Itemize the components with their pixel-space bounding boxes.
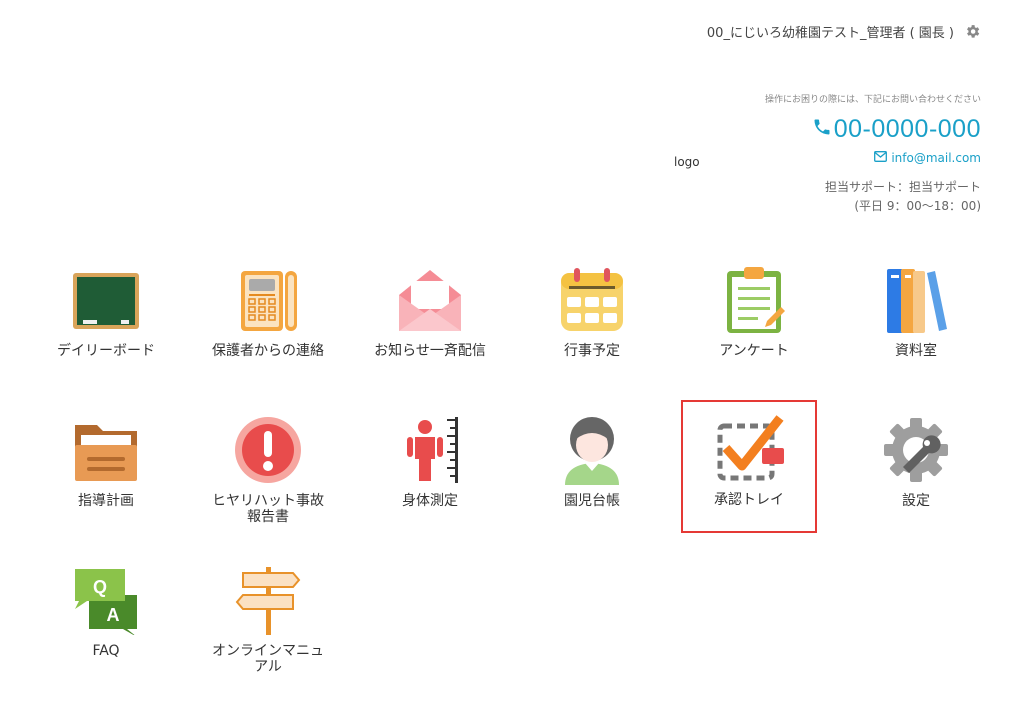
support-note: 操作にお困りの際には、下記にお問い合わせください <box>764 95 981 105</box>
height-measure-icon <box>395 415 465 485</box>
menu-label: オンラインマニュアル <box>212 643 324 675</box>
menu-label: 園児台帳 <box>564 493 620 509</box>
signpost-icon <box>233 565 303 635</box>
menu-events[interactable]: 行事予定 <box>511 262 673 402</box>
menu-label: 保護者からの連絡 <box>212 343 324 359</box>
pending-badge: 未 <box>791 459 801 470</box>
menu-daily-board[interactable]: デイリーボード <box>25 262 187 402</box>
menu-parent-contact[interactable]: 保護者からの連絡 <box>187 262 349 402</box>
menu-label: デイリーボード <box>57 343 155 359</box>
calendar-icon <box>557 265 627 335</box>
support-email[interactable]: info@mail.com <box>874 151 981 165</box>
menu-label: 資料室 <box>895 343 937 359</box>
clipboard-icon <box>719 265 789 335</box>
envelope-icon <box>395 265 465 335</box>
folder-icon <box>71 415 141 485</box>
checkbox-icon <box>714 414 784 484</box>
menu-grid: デイリーボード 保護者からの連絡 お知らせ一斉配信 行事予定 アンケート 資料室… <box>25 262 997 692</box>
user-label: 00_にじいろ幼稚園テスト_管理者 ( 園長 ) <box>706 26 954 41</box>
menu-label: FAQ <box>92 643 120 659</box>
gear-wrench-icon <box>881 415 951 485</box>
menu-label: お知らせ一斉配信 <box>374 343 486 359</box>
phone-icon <box>812 115 832 144</box>
menu-faq[interactable]: A Q FAQ <box>25 562 187 702</box>
chalkboard-icon <box>71 265 141 335</box>
support-person: 担当サポート：担当サポート <box>824 180 981 194</box>
email-address: info@mail.com <box>891 151 981 165</box>
svg-text:A: A <box>107 605 120 625</box>
menu-label: アンケート <box>719 343 789 359</box>
user-info: 00_にじいろ幼稚園テスト_管理者 ( 園長 ) <box>707 22 981 41</box>
menu-body-measurement[interactable]: 身体測定 <box>349 412 511 552</box>
menu-label: 行事予定 <box>564 343 620 359</box>
menu-label: 承認トレイ <box>714 492 784 508</box>
menu-online-manual[interactable]: オンラインマニュアル <box>187 562 349 702</box>
menu-child-register[interactable]: 園児台帳 <box>511 412 673 552</box>
faq-icon: A Q <box>71 565 141 635</box>
menu-broadcast[interactable]: お知らせ一斉配信 <box>349 262 511 402</box>
menu-label: ヒヤリハット事故報告書 <box>212 493 324 525</box>
menu-label: 設定 <box>902 493 930 509</box>
support-phone[interactable]: 00-0000-000 <box>812 115 981 144</box>
support-hours: 担当サポート：担当サポート (平日 9：00〜18：00) <box>825 178 981 216</box>
alert-icon <box>233 415 303 485</box>
menu-label: 身体測定 <box>402 493 458 509</box>
menu-incident-report[interactable]: ヒヤリハット事故報告書 <box>187 412 349 552</box>
menu-approval-tray[interactable]: 未 承認トレイ <box>681 400 817 533</box>
menu-survey[interactable]: アンケート <box>673 262 835 402</box>
child-icon <box>557 415 627 485</box>
mail-icon <box>874 151 888 165</box>
menu-label: 指導計画 <box>78 493 134 509</box>
support-time: (平日 9：00〜18：00) <box>854 199 981 213</box>
phone-icon <box>233 265 303 335</box>
menu-settings[interactable]: 設定 <box>835 412 997 552</box>
svg-text:Q: Q <box>93 577 107 597</box>
menu-teaching-plan[interactable]: 指導計画 <box>25 412 187 552</box>
books-icon <box>881 265 951 335</box>
phone-number: 00-0000-000 <box>833 115 981 143</box>
gear-icon[interactable] <box>964 23 981 40</box>
logo: logo <box>674 155 700 169</box>
menu-library[interactable]: 資料室 <box>835 262 997 402</box>
